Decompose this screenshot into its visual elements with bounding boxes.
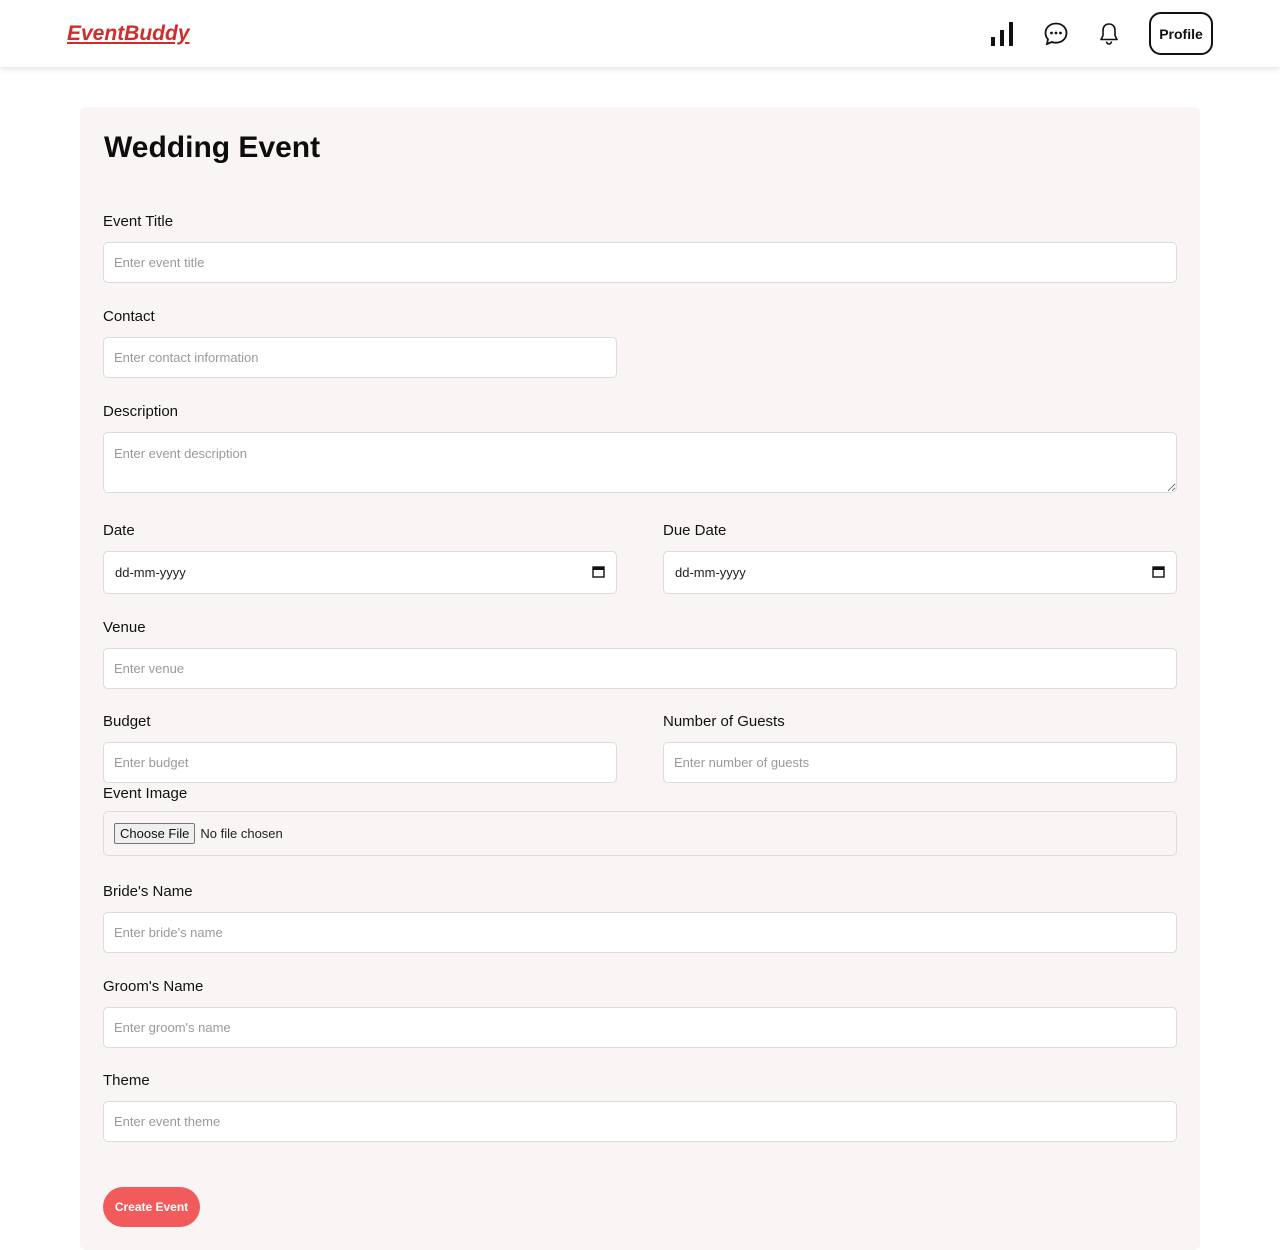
- calendar-icon[interactable]: [592, 565, 605, 581]
- bar-chart-icon[interactable]: [983, 14, 1023, 54]
- event-title-label: Event Title: [103, 213, 174, 230]
- event-title-field: Event Title: [103, 213, 1177, 283]
- guests-label: Number of Guests: [663, 713, 785, 730]
- venue-input[interactable]: [103, 648, 1177, 689]
- bride-label: Bride's Name: [103, 883, 193, 900]
- event-image-field: Event Image Choose File No file chosen: [103, 785, 1177, 856]
- header-actions: Profile: [970, 12, 1213, 55]
- contact-input[interactable]: [103, 337, 617, 378]
- due-date-value: dd-mm-yyyy: [675, 565, 746, 580]
- budget-label: Budget: [103, 713, 151, 730]
- contact-label: Contact: [103, 308, 155, 325]
- bride-field: Bride's Name: [103, 883, 1177, 953]
- date-value: dd-mm-yyyy: [115, 565, 186, 580]
- due-date-field: Due Date dd-mm-yyyy: [663, 522, 1177, 594]
- event-title-input[interactable]: [103, 242, 1177, 283]
- groom-label: Groom's Name: [103, 978, 204, 995]
- due-date-input[interactable]: dd-mm-yyyy: [663, 551, 1177, 594]
- profile-button[interactable]: Profile: [1149, 12, 1213, 55]
- event-image-label: Event Image: [103, 785, 188, 802]
- top-navbar: EventBuddy Profile: [0, 0, 1280, 67]
- date-input[interactable]: dd-mm-yyyy: [103, 551, 617, 594]
- budget-input[interactable]: [103, 742, 617, 783]
- create-event-card: Wedding Event Event Title Contact Descri…: [80, 107, 1200, 1250]
- bride-input[interactable]: [103, 912, 1177, 953]
- date-label: Date: [103, 522, 135, 539]
- budget-field: Budget: [103, 713, 617, 783]
- description-label: Description: [103, 403, 179, 420]
- brand-logo[interactable]: EventBuddy: [67, 22, 190, 46]
- due-date-label: Due Date: [663, 522, 727, 539]
- file-status: No file chosen: [200, 826, 283, 841]
- venue-label: Venue: [103, 619, 146, 636]
- theme-field: Theme: [103, 1072, 1177, 1142]
- venue-field: Venue: [103, 619, 1177, 689]
- create-event-button[interactable]: Create Event: [103, 1187, 200, 1227]
- theme-label: Theme: [103, 1072, 150, 1089]
- page-title: Wedding Event: [104, 131, 321, 164]
- guests-field: Number of Guests: [663, 713, 1177, 783]
- calendar-icon[interactable]: [1152, 565, 1165, 581]
- choose-file-button[interactable]: Choose File: [114, 823, 196, 844]
- guests-input[interactable]: [663, 742, 1177, 783]
- file-input[interactable]: Choose File No file chosen: [103, 811, 1177, 856]
- date-field: Date dd-mm-yyyy: [103, 522, 617, 594]
- groom-input[interactable]: [103, 1007, 1177, 1048]
- bell-icon[interactable]: [1089, 14, 1129, 54]
- theme-input[interactable]: [103, 1101, 1177, 1142]
- description-field: Description: [103, 403, 1177, 493]
- chat-icon[interactable]: [1036, 14, 1076, 54]
- contact-field: Contact: [103, 308, 617, 378]
- groom-field: Groom's Name: [103, 978, 1177, 1048]
- description-textarea[interactable]: [103, 432, 1177, 493]
